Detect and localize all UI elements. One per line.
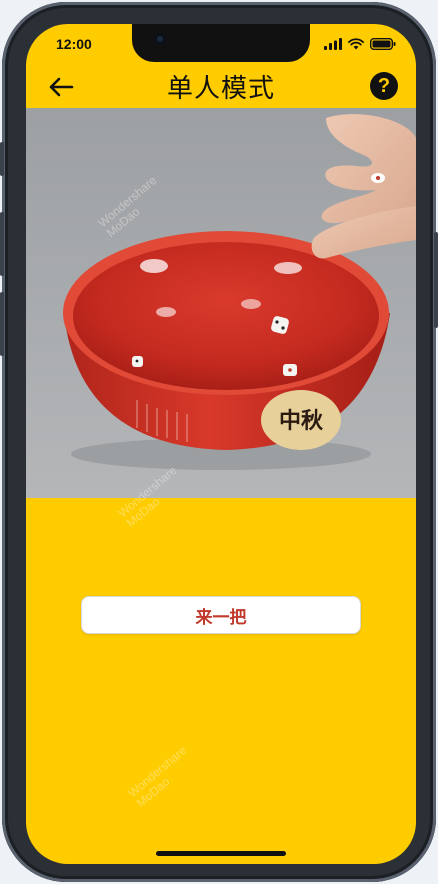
bowl-emblem-text: 中秋 xyxy=(279,408,324,434)
battery-icon xyxy=(370,38,396,50)
signal-icon xyxy=(324,38,342,50)
home-indicator xyxy=(156,851,286,856)
question-icon: ? xyxy=(377,74,391,97)
volume-up-button xyxy=(0,212,4,276)
play-button[interactable]: 来一把 xyxy=(81,596,361,634)
mute-switch xyxy=(0,142,4,176)
wifi-icon xyxy=(348,38,364,50)
status-time: 12:00 xyxy=(56,36,92,52)
app-screen: 12:00 单人模式 ? 中秋 来一把 Wondershare MoDao Wo… xyxy=(26,24,416,864)
hand xyxy=(311,114,416,259)
bowl-interior xyxy=(73,242,379,390)
help-button[interactable]: ? xyxy=(370,72,398,100)
watermark: Wondershare MoDao xyxy=(125,743,190,811)
dice-bowl-image: 中秋 xyxy=(26,108,416,498)
page-title: 单人模式 xyxy=(166,74,275,104)
app-header: 单人模式 ? xyxy=(26,66,416,110)
status-icons xyxy=(324,38,396,50)
notch xyxy=(132,24,310,62)
phone-frame: 12:00 单人模式 ? 中秋 来一把 Wondershare MoDao Wo… xyxy=(0,2,438,882)
volume-down-button xyxy=(0,292,4,356)
bowl-photo: 中秋 xyxy=(63,114,416,470)
power-button xyxy=(434,232,438,328)
front-camera xyxy=(154,33,166,45)
